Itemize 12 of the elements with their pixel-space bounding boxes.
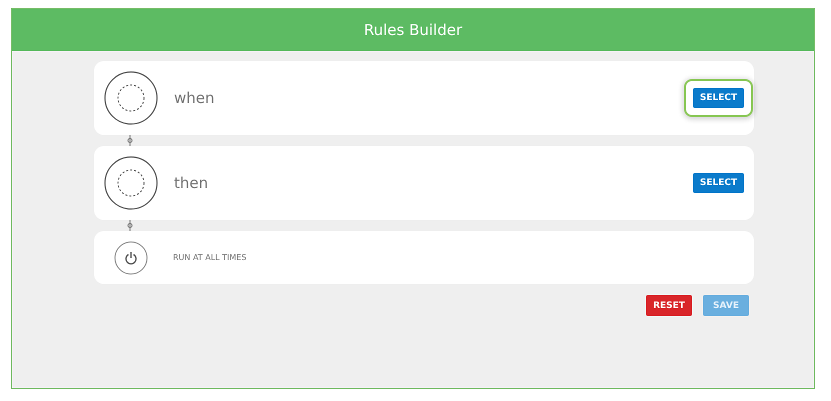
reset-button[interactable]: RESET — [646, 295, 692, 316]
select-button[interactable]: SELECT — [693, 173, 744, 193]
window-title: Rules Builder — [364, 21, 462, 39]
select-button[interactable]: SELECT — [693, 88, 744, 108]
schedule-label: RUN AT ALL TIMES — [173, 253, 246, 262]
step-label: then — [174, 174, 210, 192]
step-label: when — [174, 89, 216, 107]
connector-icon — [126, 220, 134, 231]
power-icon — [114, 240, 148, 274]
empty-slot-icon — [104, 156, 158, 210]
empty-slot-icon — [104, 71, 158, 125]
connector-icon — [126, 135, 134, 146]
